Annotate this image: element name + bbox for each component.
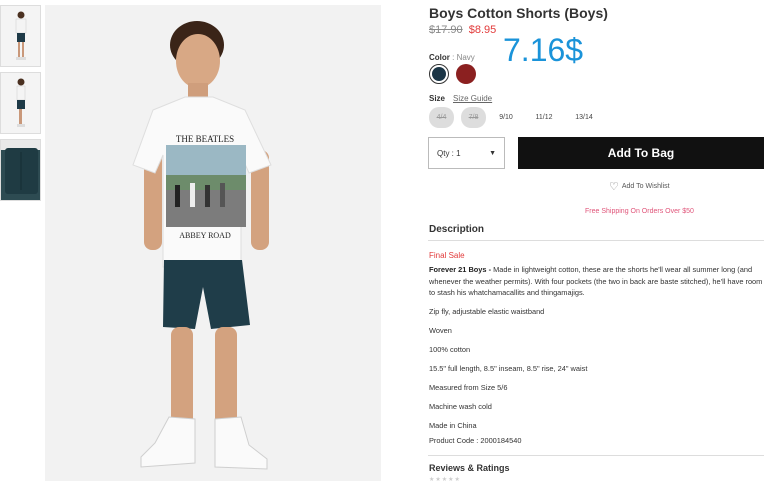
quantity-label: Qty : 1 (437, 148, 461, 158)
size-option-9-10[interactable]: 9/10 (494, 107, 518, 128)
price-row: $17.90 $8.95 (429, 24, 496, 36)
svg-text:THE BEATLES: THE BEATLES (176, 134, 234, 144)
svg-text:ABBEY ROAD: ABBEY ROAD (179, 231, 231, 240)
description-body: Forever 21 Boys - Made in lightweight co… (429, 265, 763, 297)
description-line: Measured from Size 5/6 (429, 383, 508, 392)
product-code: Product Code : 2000184540 (429, 436, 522, 445)
heart-icon: ♡ (609, 181, 619, 193)
thumbnail-side[interactable] (0, 72, 41, 134)
wishlist-label: Add To Wishlist (621, 183, 670, 190)
rating-stars: ★★★★★ (429, 477, 461, 482)
final-sale-label: Final Sale (429, 251, 465, 260)
overlay-price: 7.16$ (503, 32, 584, 68)
size-label: Size (429, 94, 446, 103)
product-main-image: THE BEATLES ABBEY ROAD (45, 5, 381, 481)
thumbnail-figure (16, 78, 26, 127)
divider (428, 240, 764, 241)
wishlist-link[interactable]: ♡ Add To Wishlist (609, 180, 670, 193)
size-option-4-4[interactable]: 4/4 (429, 107, 454, 128)
add-to-bag-button[interactable]: Add To Bag (518, 137, 764, 169)
color-swatch-red[interactable] (456, 64, 476, 84)
divider (428, 455, 764, 456)
description-heading: Description (429, 224, 485, 235)
free-shipping-notice: Free Shipping On Orders Over $50 (585, 208, 694, 215)
thumbnail-strip (0, 5, 42, 206)
original-price: $17.90 (429, 24, 463, 36)
thumbnail-figure (15, 11, 27, 60)
description-line: 100% cotton (429, 345, 471, 354)
product-title: Boys Cotton Shorts (Boys) (429, 5, 608, 21)
thumbnail-front[interactable] (0, 5, 41, 67)
size-option-11-12[interactable]: 11/12 (530, 107, 558, 128)
reviews-heading[interactable]: Reviews & Ratings (429, 463, 510, 473)
size-option-13-14[interactable]: 13/14 (570, 107, 598, 128)
color-label: Color : Navy (429, 53, 475, 62)
thumbnail-detail[interactable] (0, 139, 41, 201)
description-line: Machine wash cold (429, 402, 492, 411)
description-line: Made in China (429, 421, 477, 430)
caret-down-icon: ▼ (489, 150, 496, 157)
sale-price: $8.95 (468, 24, 497, 36)
quantity-select[interactable]: Qty : 1 ▼ (428, 137, 505, 169)
color-value: Navy (456, 53, 475, 62)
size-option-7-8[interactable]: 7/8 (461, 107, 486, 128)
description-line: Woven (429, 326, 452, 335)
boy-model-illustration: THE BEATLES ABBEY ROAD (45, 5, 381, 481)
color-swatch-navy[interactable] (429, 64, 449, 84)
thumbnail-detail-image (1, 140, 40, 200)
size-guide-link[interactable]: Size Guide (453, 94, 492, 103)
description-line: 15.5" full length, 8.5" inseam, 8.5" ris… (429, 364, 588, 373)
description-line: Zip fly, adjustable elastic waistband (429, 307, 545, 316)
